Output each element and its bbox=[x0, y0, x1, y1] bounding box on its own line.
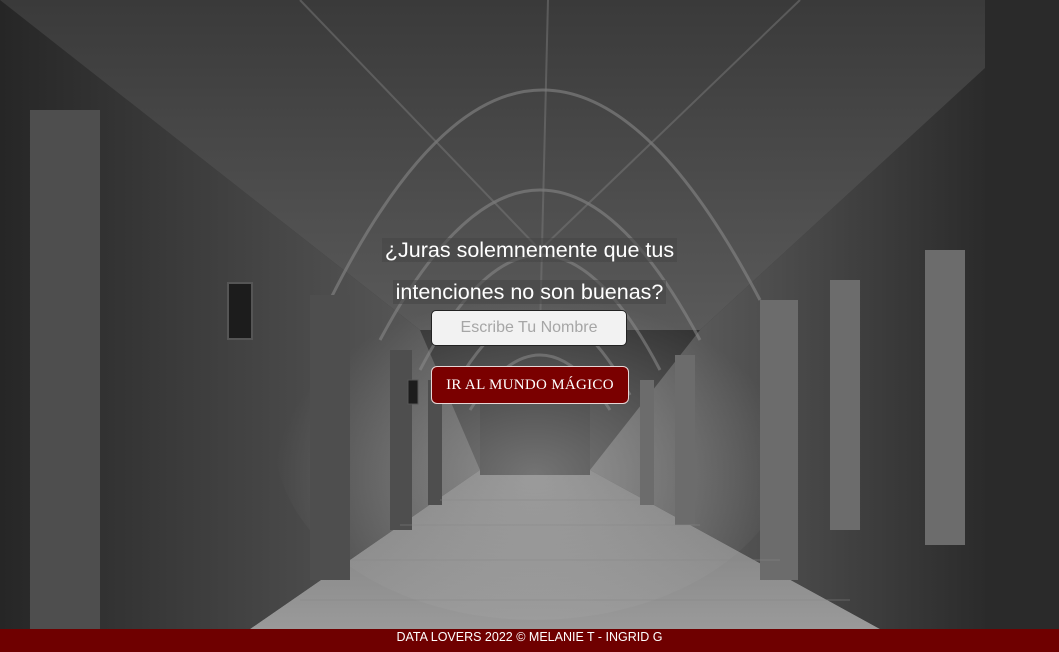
oath-question: ¿Juras solemnemente que tus intenciones … bbox=[377, 229, 682, 313]
footer-credits: DATA LOVERS 2022 © MELANIE T - INGRID G bbox=[396, 630, 663, 644]
name-input[interactable] bbox=[431, 310, 627, 346]
oath-question-line2: intenciones no son buenas? bbox=[392, 280, 667, 304]
enter-magic-world-button[interactable]: IR AL MUNDO MÁGICO bbox=[431, 366, 629, 404]
oath-question-line1: ¿Juras solemnemente que tus bbox=[381, 238, 678, 262]
footer: DATA LOVERS 2022 © MELANIE T - INGRID G bbox=[0, 629, 1059, 652]
